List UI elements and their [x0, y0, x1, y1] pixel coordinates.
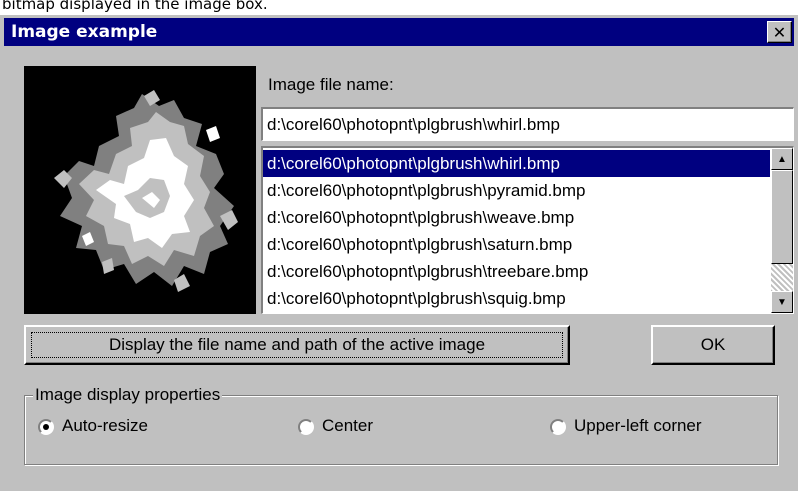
listbox-scrollbar[interactable]: ▲ ▼ — [771, 148, 793, 313]
radio-label-upper-left-corner[interactable]: Upper-left corner — [574, 416, 702, 436]
radio-label-center[interactable]: Center — [322, 416, 373, 436]
file-list-item[interactable]: d:\corel60\photopnt\plgbrush\weave.bmp — [263, 204, 770, 231]
caption-text: bitmap displayed in the image box. — [2, 0, 268, 13]
title-bar[interactable]: Image example ✕ — [4, 18, 794, 46]
file-list-item[interactable]: d:\corel60\photopnt\plgbrush\pyramid.bmp — [263, 177, 770, 204]
file-list-item[interactable]: d:\corel60\photopnt\plgbrush\saturn.bmp — [263, 231, 770, 258]
image-example-dialog: Image example ✕ Image file name: d:\core… — [0, 15, 798, 491]
file-name-value: d:\corel60\photopnt\plgbrush\whirl.bmp — [267, 115, 560, 134]
close-button[interactable]: ✕ — [767, 21, 792, 43]
radio-auto-resize[interactable] — [38, 419, 54, 435]
radio-upper-left-corner[interactable] — [550, 419, 566, 435]
file-list-item[interactable]: d:\corel60\photopnt\plgbrush\squig.bmp — [263, 285, 770, 312]
file-name-input[interactable]: d:\corel60\photopnt\plgbrush\whirl.bmp — [261, 107, 794, 141]
arrow-down-icon: ▼ — [777, 296, 787, 308]
image-preview — [24, 66, 256, 314]
close-icon: ✕ — [772, 22, 787, 42]
scroll-track[interactable] — [771, 264, 793, 292]
radio-selected-dot — [43, 424, 49, 430]
file-list-item[interactable]: d:\corel60\photopnt\plgbrush\treebare.bm… — [263, 258, 770, 285]
ok-button-label: OK — [700, 335, 726, 354]
ok-button[interactable]: OK — [651, 325, 775, 365]
scroll-down-button[interactable]: ▼ — [771, 291, 793, 313]
window-title: Image example — [11, 22, 158, 42]
file-list-item[interactable]: d:\corel60\photopnt\plgbrush\whirl.bmp — [263, 150, 770, 177]
scroll-up-button[interactable]: ▲ — [771, 148, 793, 170]
image-file-name-label: Image file name: — [268, 75, 394, 94]
arrow-up-icon: ▲ — [777, 153, 787, 165]
radio-label-auto-resize[interactable]: Auto-resize — [62, 416, 148, 436]
focus-rectangle — [31, 332, 563, 358]
file-listbox[interactable]: d:\corel60\photopnt\plgbrush\whirl.bmp d:… — [261, 146, 794, 314]
display-file-name-button[interactable]: Display the file name and path of the ac… — [24, 325, 570, 365]
radio-center[interactable] — [298, 419, 314, 435]
file-list: d:\corel60\photopnt\plgbrush\whirl.bmp d:… — [263, 150, 770, 312]
group-legend: Image display properties — [33, 385, 223, 405]
scroll-thumb[interactable] — [771, 170, 793, 264]
whirl-brush-image — [54, 90, 238, 292]
